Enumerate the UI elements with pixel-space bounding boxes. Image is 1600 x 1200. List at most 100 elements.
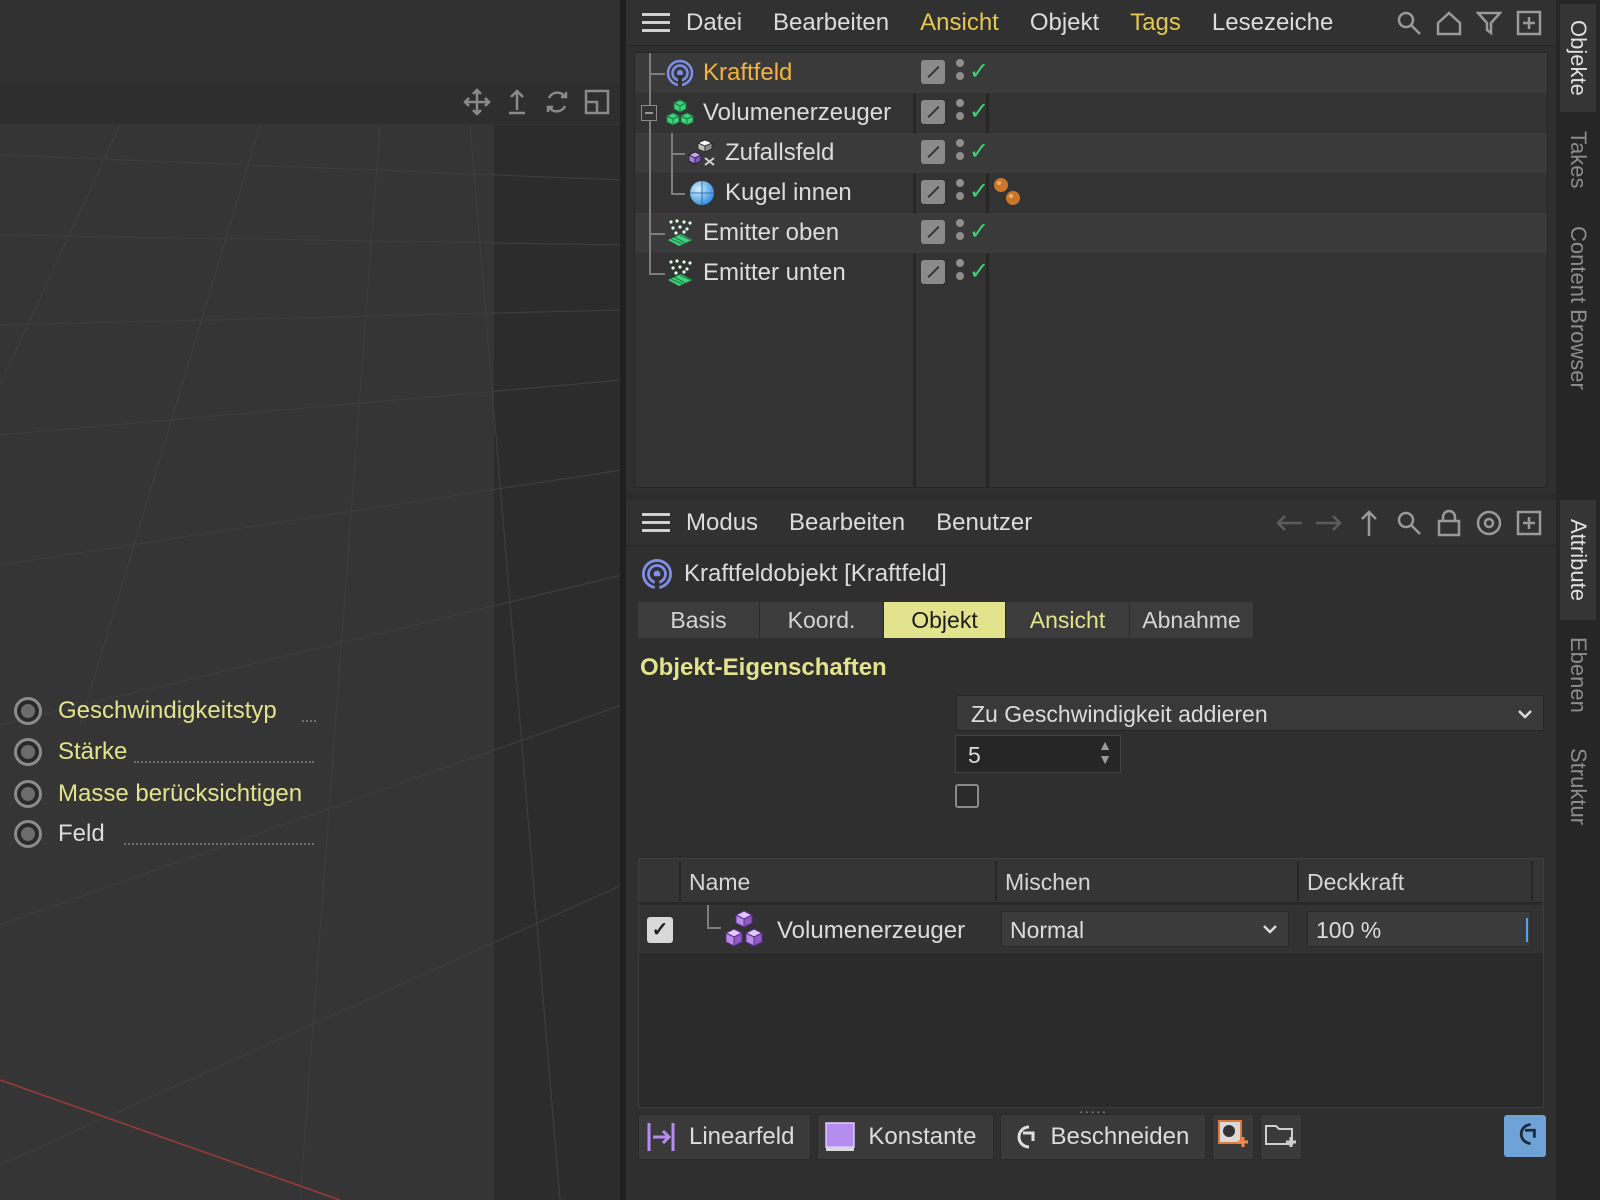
home-icon[interactable] bbox=[1434, 6, 1464, 40]
collapse-icon[interactable] bbox=[641, 105, 657, 121]
add-folder-button[interactable] bbox=[1260, 1114, 1303, 1160]
clip-button[interactable]: Beschneiden bbox=[999, 1114, 1207, 1160]
field-list-row[interactable]: ✓ Volumenerzeuger Normal 100 % bbox=[639, 905, 1543, 953]
menu-modus[interactable]: Modus bbox=[686, 509, 758, 537]
hamburger-menu-icon[interactable] bbox=[626, 512, 686, 534]
tree-row-kugel-innen[interactable]: Kugel innen ✓ bbox=[635, 173, 1547, 213]
visibility-toggle[interactable] bbox=[921, 180, 945, 204]
clip-icon bbox=[1007, 1121, 1039, 1153]
tree-row-emitter-unten[interactable]: Emitter unten ✓ bbox=[635, 253, 1547, 293]
constant-field-button[interactable]: Konstante bbox=[817, 1114, 994, 1160]
enabled-check-icon[interactable]: ✓ bbox=[969, 177, 989, 206]
tab-abnahme[interactable]: Abnahme bbox=[1130, 602, 1254, 638]
consider-mass-checkbox[interactable] bbox=[955, 784, 979, 808]
menu-tags[interactable]: Tags bbox=[1130, 9, 1181, 37]
button-label: Linearfeld bbox=[689, 1123, 795, 1150]
field-name: Volumenerzeuger bbox=[777, 917, 966, 944]
forward-arrow-icon[interactable] bbox=[1314, 506, 1344, 540]
velocity-type-dropdown[interactable]: Zu Geschwindigkeit addieren bbox=[956, 695, 1544, 731]
render-dots[interactable] bbox=[956, 99, 964, 127]
visibility-toggle[interactable] bbox=[921, 60, 945, 84]
lock-icon[interactable] bbox=[1434, 506, 1464, 540]
side-tab-content-browser[interactable]: Content Browser bbox=[1560, 208, 1596, 408]
tab-basis[interactable]: Basis bbox=[638, 602, 760, 638]
rotate-icon[interactable] bbox=[542, 86, 572, 118]
opacity-field[interactable]: 100 % bbox=[1307, 911, 1531, 947]
tree-row-kraftfeld[interactable]: Kraftfeld ✓ bbox=[635, 53, 1547, 93]
side-tab-ebenen[interactable]: Ebenen bbox=[1560, 628, 1596, 722]
tab-ansicht[interactable]: Ansicht bbox=[1006, 602, 1130, 638]
up-arrow-icon[interactable] bbox=[1354, 506, 1384, 540]
viewport-nav-icons bbox=[462, 86, 612, 118]
search-icon[interactable] bbox=[1394, 506, 1424, 540]
enabled-check-icon[interactable]: ✓ bbox=[969, 217, 989, 246]
tree-row-zufallsfeld[interactable]: Zufallsfeld ✓ bbox=[635, 133, 1547, 173]
visibility-toggle[interactable] bbox=[921, 260, 945, 284]
filter-icon[interactable] bbox=[1474, 6, 1504, 40]
animate-radio[interactable] bbox=[14, 697, 42, 725]
field-enabled-checkbox[interactable]: ✓ bbox=[647, 917, 673, 943]
render-dots[interactable] bbox=[956, 59, 964, 87]
viewport-top-area bbox=[0, 0, 622, 84]
col-header-opacity[interactable]: Deckkraft bbox=[1307, 869, 1404, 896]
target-icon[interactable] bbox=[1474, 506, 1504, 540]
search-icon[interactable] bbox=[1394, 6, 1424, 40]
render-dots[interactable] bbox=[956, 259, 964, 287]
prop-consider-mass: Masse berücksichtigen bbox=[14, 775, 914, 813]
mix-mode-dropdown[interactable]: Normal bbox=[1001, 911, 1289, 947]
tab-objekt[interactable]: Objekt bbox=[884, 602, 1006, 638]
animate-radio[interactable] bbox=[14, 780, 42, 808]
prop-strength: Stärke bbox=[14, 733, 914, 771]
force-field-icon bbox=[640, 557, 674, 591]
menu-ansicht[interactable]: Ansicht bbox=[920, 9, 999, 37]
visibility-toggle[interactable] bbox=[921, 140, 945, 164]
render-dots[interactable] bbox=[956, 139, 964, 167]
tab-koord[interactable]: Koord. bbox=[760, 602, 884, 638]
enabled-check-icon[interactable]: ✓ bbox=[969, 137, 989, 166]
move-icon[interactable] bbox=[462, 86, 492, 118]
render-dots[interactable] bbox=[956, 179, 964, 207]
side-tab-takes[interactable]: Takes bbox=[1560, 122, 1596, 198]
tree-item-label: Emitter oben bbox=[703, 219, 840, 246]
material-tag-icon[interactable] bbox=[991, 175, 1023, 214]
stepper-arrows-icon[interactable]: ▲ ▼ bbox=[1098, 738, 1112, 766]
back-arrow-icon[interactable] bbox=[1274, 506, 1304, 540]
menu-lesezeichen[interactable]: Lesezeiche bbox=[1212, 9, 1333, 37]
prop-label: Geschwindigkeitstyp bbox=[58, 697, 277, 724]
hamburger-menu-icon[interactable] bbox=[626, 12, 686, 34]
menu-datei[interactable]: Datei bbox=[686, 9, 742, 37]
menu-bearbeiten[interactable]: Bearbeiten bbox=[789, 509, 905, 537]
maximize-view-icon[interactable] bbox=[582, 86, 612, 118]
visibility-toggle[interactable] bbox=[921, 100, 945, 124]
new-window-icon[interactable] bbox=[1514, 6, 1544, 40]
enabled-check-icon[interactable]: ✓ bbox=[969, 97, 989, 126]
prop-velocity-type: Geschwindigkeitstyp bbox=[14, 692, 914, 730]
enabled-check-icon[interactable]: ✓ bbox=[969, 257, 989, 286]
menu-objekt[interactable]: Objekt bbox=[1030, 9, 1099, 37]
enabled-check-icon[interactable]: ✓ bbox=[969, 57, 989, 86]
menu-benutzer[interactable]: Benutzer bbox=[936, 509, 1032, 537]
zoom-icon[interactable] bbox=[502, 86, 532, 118]
render-dots[interactable] bbox=[956, 219, 964, 247]
mix-mode-value: Normal bbox=[1010, 917, 1085, 943]
side-tab-objekte[interactable]: Objekte bbox=[1560, 4, 1596, 112]
side-tab-struktur[interactable]: Struktur bbox=[1560, 734, 1596, 840]
menu-bearbeiten[interactable]: Bearbeiten bbox=[773, 9, 889, 37]
animate-radio[interactable] bbox=[14, 820, 42, 848]
side-tab-attribute[interactable]: Attribute bbox=[1560, 500, 1596, 620]
strength-input[interactable]: 5 ▲ ▼ bbox=[955, 735, 1121, 773]
visibility-toggle[interactable] bbox=[921, 220, 945, 244]
col-header-mix[interactable]: Mischen bbox=[1005, 869, 1091, 896]
linear-field-button[interactable]: Linearfeld bbox=[638, 1114, 812, 1160]
tree-row-volumenerzeuger[interactable]: Volumenerzeuger ✓ bbox=[635, 93, 1547, 133]
animate-radio[interactable] bbox=[14, 738, 42, 766]
side-tab-bar: Objekte Takes Content Browser Attribute … bbox=[1556, 0, 1600, 1200]
clip-mode-button[interactable] bbox=[1504, 1115, 1546, 1157]
add-object-field-button[interactable] bbox=[1212, 1114, 1255, 1160]
chevron-down-icon bbox=[1515, 703, 1535, 730]
3d-viewport[interactable] bbox=[0, 0, 622, 1200]
new-window-icon[interactable] bbox=[1514, 506, 1544, 540]
col-header-name[interactable]: Name bbox=[689, 869, 750, 896]
tree-row-emitter-oben[interactable]: Emitter oben ✓ bbox=[635, 213, 1547, 253]
button-label: Beschneiden bbox=[1050, 1123, 1190, 1150]
